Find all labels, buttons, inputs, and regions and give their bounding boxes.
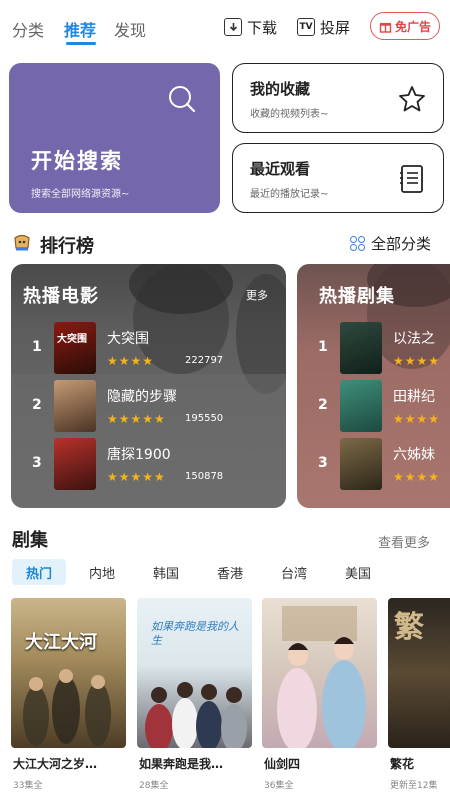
movie-poster: 大突围 — [54, 322, 96, 374]
movie-name: 隐藏的步骤 — [107, 389, 177, 405]
rank-number: 3 — [318, 455, 328, 471]
drama-poster — [262, 598, 377, 748]
all-categories-label: 全部分类 — [371, 235, 432, 253]
movie-name: 唐探1900 — [107, 447, 171, 463]
list-item[interactable]: 1 大突围 大突围 ★★★★ 222797 — [11, 322, 286, 378]
hot-movies-title: 热播电影 — [23, 286, 99, 307]
series-name: 六姊妹 — [393, 447, 435, 463]
favorites-subtitle: 收藏的视频列表~ — [250, 109, 329, 120]
series-name: 田耕纪 — [393, 389, 435, 405]
drama-poster: 繁 — [388, 598, 450, 748]
favorites-card[interactable]: 我的收藏 收藏的视频列表~ — [232, 63, 444, 133]
drama-title: 仙剑四 — [264, 757, 301, 771]
drama-episodes: 36集全 — [264, 781, 294, 791]
cast-button[interactable]: TV 投屏 — [297, 14, 350, 40]
cast-label: 投屏 — [320, 18, 351, 37]
gift-icon — [379, 22, 392, 33]
drama-title: 如果奔跑是我… — [139, 757, 224, 771]
drama-card[interactable]: 大江大河 大江大河之岁… 33集全 — [11, 598, 126, 798]
download-button[interactable]: 下载 — [224, 14, 277, 40]
ranking-heading: 排行榜 — [40, 236, 94, 257]
hot-movies-card[interactable]: 热播电影 更多 1 大突围 大突围 ★★★★ 222797 2 隐藏的步骤 ★★… — [11, 264, 286, 508]
drama-episodes: 33集全 — [13, 781, 43, 791]
series-poster — [340, 380, 382, 432]
movie-poster — [54, 438, 96, 490]
search-icon — [169, 86, 196, 113]
rank-number: 2 — [318, 397, 328, 413]
movie-name: 大突围 — [107, 331, 149, 347]
search-card-title: 开始搜索 — [31, 149, 123, 173]
trophy-icon — [14, 234, 30, 251]
series-name: 以法之 — [393, 331, 435, 347]
history-list-icon — [400, 165, 423, 193]
drama-card[interactable]: 如果奔跑是我的人生 如果奔跑是我… 28集全 — [137, 598, 252, 798]
list-item[interactable]: 3 唐探1900 ★★★★★ 150878 — [11, 438, 286, 494]
series-poster — [340, 438, 382, 490]
list-item[interactable]: 3 六姊妹 ★★★★ — [297, 438, 450, 494]
ad-free-button[interactable]: 免广告 — [370, 12, 440, 40]
download-icon — [224, 18, 242, 36]
chip-korea[interactable]: 韩国 — [144, 559, 188, 585]
list-item[interactable]: 2 隐藏的步骤 ★★★★★ 195550 — [11, 380, 286, 436]
rating-stars: ★★★★★ — [107, 412, 166, 426]
movie-poster — [54, 380, 96, 432]
list-item[interactable]: 1 以法之 ★★★★ — [297, 322, 450, 378]
all-categories-link[interactable]: 全部分类 — [350, 233, 431, 254]
chip-mainland[interactable]: 内地 — [80, 559, 124, 585]
rating-stars: ★★★★ — [393, 412, 441, 426]
rank-number: 1 — [32, 339, 42, 355]
list-item[interactable]: 2 田耕纪 ★★★★ — [297, 380, 450, 436]
chip-usa[interactable]: 美国 — [336, 559, 380, 585]
drama-card[interactable]: 繁 繁花 更新至12集 — [388, 598, 450, 798]
drama-episodes: 更新至12集 — [390, 781, 438, 791]
play-count: 222797 — [185, 355, 224, 366]
hot-movies-more[interactable]: 更多 — [246, 287, 268, 303]
grid-icon — [350, 235, 366, 252]
play-count: 195550 — [185, 413, 224, 424]
chip-taiwan[interactable]: 台湾 — [272, 559, 316, 585]
chip-hongkong[interactable]: 香港 — [208, 559, 252, 585]
hot-series-card[interactable]: 热播剧集 1 以法之 ★★★★ 2 田耕纪 ★★★★ 3 六姊妹 ★★★★ — [297, 264, 450, 508]
drama-title: 繁花 — [390, 757, 415, 771]
download-label: 下载 — [247, 18, 278, 37]
chip-hot[interactable]: 热门 — [12, 559, 66, 585]
history-subtitle: 最近的播放记录~ — [250, 189, 329, 200]
rating-stars: ★★★★★ — [107, 470, 166, 484]
history-title: 最近观看 — [250, 160, 311, 178]
play-count: 150878 — [185, 471, 224, 482]
history-card[interactable]: 最近观看 最近的播放记录~ — [232, 143, 444, 213]
rank-number: 3 — [32, 455, 42, 471]
search-card[interactable]: 开始搜索 搜索全部网络源资源~ — [9, 63, 220, 213]
ad-free-label: 免广告 — [394, 19, 431, 34]
drama-card[interactable]: 仙剑四 36集全 — [262, 598, 377, 798]
star-icon — [399, 86, 425, 112]
drama-more-link[interactable]: 查看更多 — [378, 532, 430, 551]
rating-stars: ★★★★ — [107, 354, 155, 368]
tab-discover[interactable]: 发现 — [114, 17, 146, 41]
tab-category[interactable]: 分类 — [12, 17, 44, 41]
rank-number: 2 — [32, 397, 42, 413]
drama-heading: 剧集 — [12, 530, 48, 551]
top-navigation: 分类 推荐 发现 下载 TV 投屏 免广告 — [0, 0, 450, 56]
drama-poster: 大江大河 — [11, 598, 126, 748]
drama-episodes: 28集全 — [139, 781, 169, 791]
series-poster — [340, 322, 382, 374]
tab-recommend[interactable]: 推荐 — [64, 17, 96, 41]
active-tab-indicator — [66, 42, 96, 45]
hot-series-title: 热播剧集 — [319, 286, 395, 307]
tv-cast-icon: TV — [297, 18, 315, 36]
rating-stars: ★★★★ — [393, 354, 441, 368]
favorites-title: 我的收藏 — [250, 80, 311, 98]
drama-title: 大江大河之岁… — [13, 757, 98, 771]
drama-poster: 如果奔跑是我的人生 — [137, 598, 252, 748]
rating-stars: ★★★★ — [393, 470, 441, 484]
rank-number: 1 — [318, 339, 328, 355]
search-card-subtitle: 搜索全部网络源资源~ — [31, 189, 130, 200]
